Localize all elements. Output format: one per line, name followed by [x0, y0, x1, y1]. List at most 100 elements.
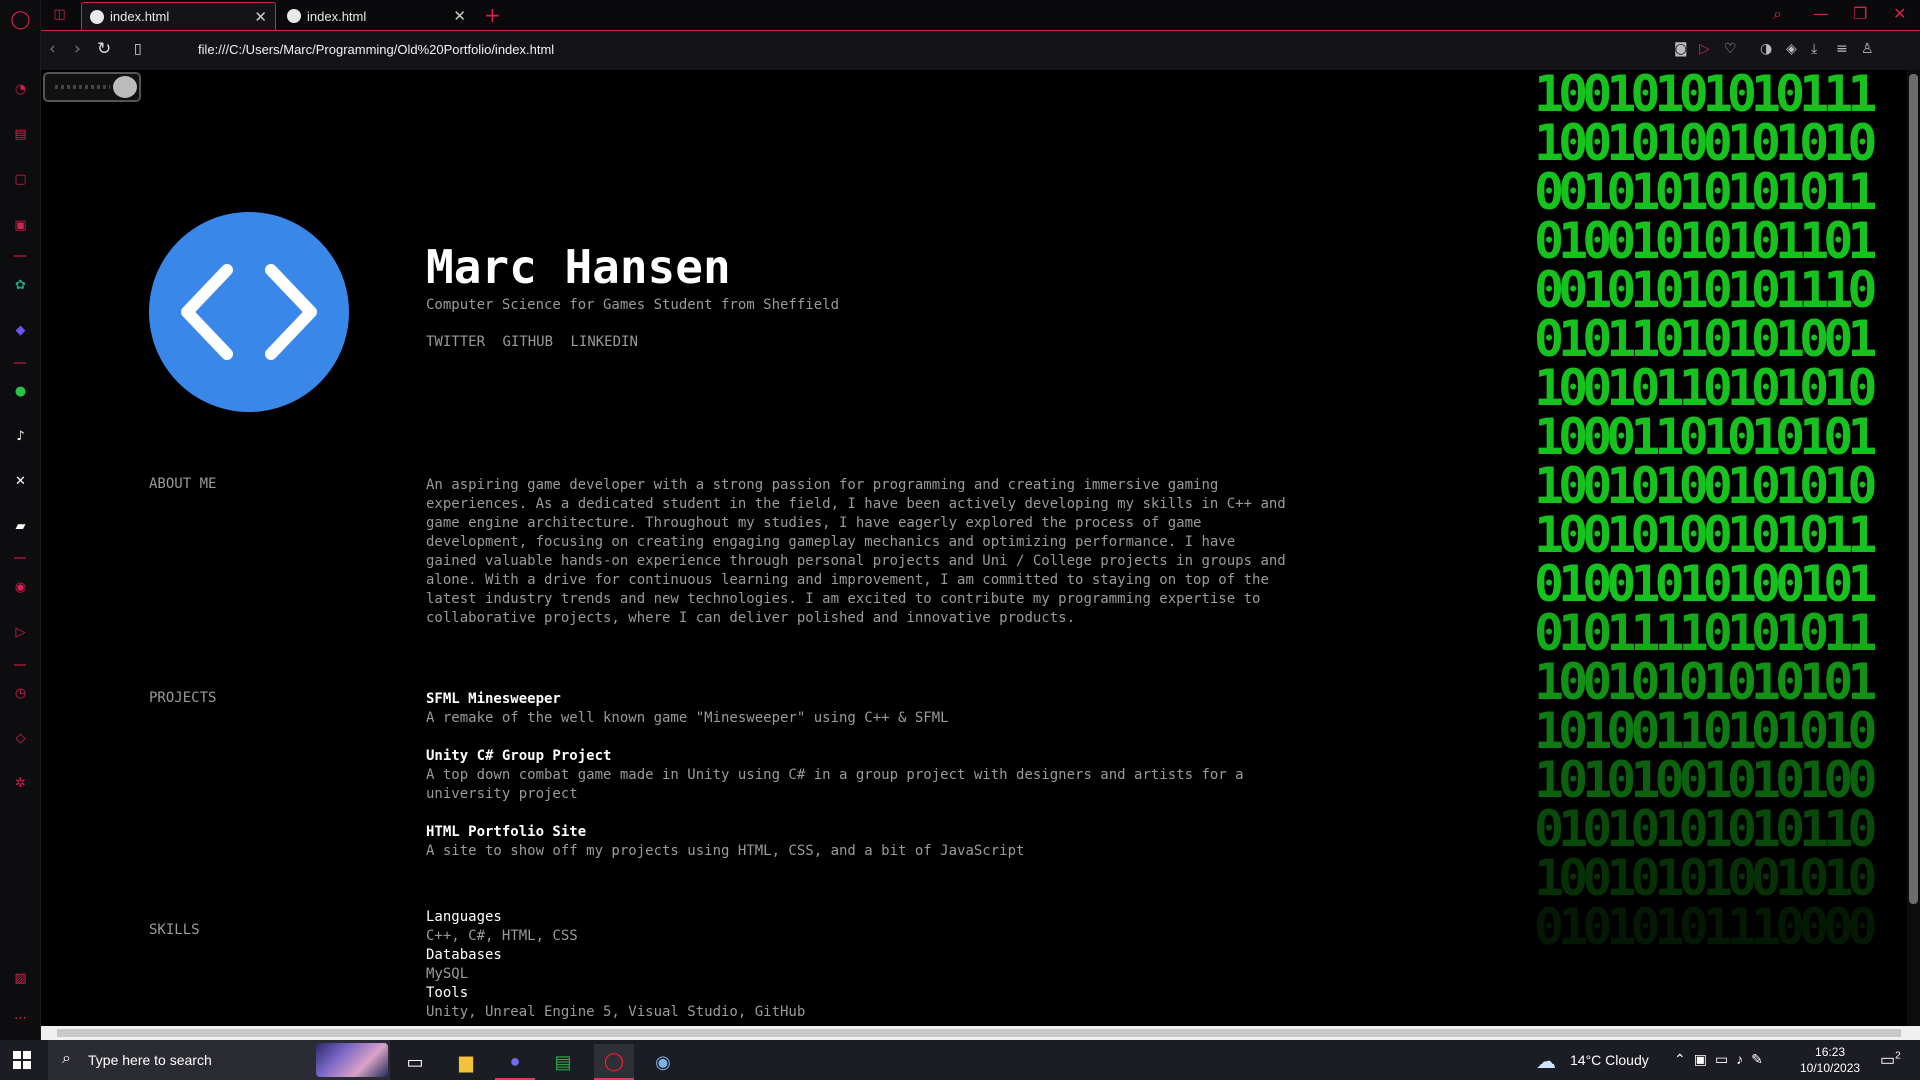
history-icon[interactable]: ◷ — [10, 683, 31, 704]
vertical-scrollbar[interactable] — [1907, 70, 1920, 1026]
about-heading: ABOUT ME — [149, 476, 217, 492]
windows-start-icon[interactable] — [13, 1051, 31, 1069]
project-title[interactable]: HTML Portfolio Site — [426, 823, 1331, 842]
sidebar-divider — [14, 255, 26, 257]
toggle-knob[interactable] — [113, 76, 137, 98]
clock-date: 10/10/2023 — [1800, 1061, 1861, 1075]
flow-icon[interactable]: ▷ — [10, 622, 31, 643]
chatgpt-icon[interactable]: ✿ — [10, 275, 31, 296]
search-tabs-icon[interactable]: ⌕ — [1773, 4, 1782, 24]
forward-button[interactable]: › — [74, 39, 81, 59]
about-line: latest industry trends and new technolog… — [426, 591, 1261, 607]
project-title[interactable]: SFML Minesweeper — [426, 690, 1331, 709]
steam-app-icon[interactable]: ◉ — [643, 1044, 683, 1080]
windows-taskbar: ⌕ Type here to search ▭ ▆ ● ▤ ◯ ◉ ☁ 14°C… — [0, 1040, 1920, 1080]
scroll-thumb[interactable] — [1909, 74, 1918, 904]
opera-gx-app-icon[interactable]: ◯ — [594, 1044, 634, 1080]
discord-icon[interactable]: ▰ — [10, 516, 31, 537]
notepad-app-icon[interactable]: ▤ — [543, 1044, 583, 1080]
horizontal-scrollbar[interactable] — [41, 1026, 1920, 1040]
twitch-icon[interactable]: ▢ — [10, 169, 31, 190]
url-field[interactable]: file:///C:/Users/Marc/Programming/Old%20… — [198, 42, 554, 57]
weather-text[interactable]: 14°C Cloudy — [1570, 1052, 1649, 1068]
about-line: game engine architecture. Throughout my … — [426, 515, 1202, 531]
speed-dial-icon[interactable]: ◔ — [10, 79, 31, 100]
wallpaper-icon[interactable]: ▨ — [10, 968, 31, 989]
close-tab-icon[interactable]: ✕ — [254, 8, 267, 26]
search-highlight-image — [316, 1043, 388, 1077]
bookmark-heart-icon[interactable]: ♡ — [1724, 41, 1737, 57]
sidebar-divider — [14, 362, 26, 364]
skills-heading: SKILLS — [149, 922, 200, 938]
linkedin-link[interactable]: LINKEDIN — [570, 334, 637, 350]
reload-button[interactable]: ↻ — [97, 39, 111, 59]
whatsapp-icon[interactable]: ● — [10, 381, 31, 402]
more-icon[interactable]: ⋯ — [10, 1008, 31, 1029]
project-desc: university project — [426, 786, 578, 802]
settings-gear-icon[interactable]: ✲ — [10, 773, 31, 794]
binary-row: 10010100101010 — [1534, 114, 1877, 172]
project-desc: A remake of the well known game "Mineswe… — [426, 710, 949, 726]
tiktok-icon[interactable]: ♪ — [10, 426, 31, 447]
system-tray-icons[interactable]: ⌃▣▭♪✎ — [1674, 1051, 1771, 1068]
binary-row: 10010110101010 — [1534, 359, 1877, 417]
social-links: TWITTER GITHUB LINKEDIN — [426, 334, 647, 350]
project-item: Unity C# Group Project A top down combat… — [426, 747, 1331, 804]
profile-icon[interactable]: ♙ — [1861, 41, 1874, 57]
file-explorer-icon[interactable]: ▆ — [446, 1044, 486, 1080]
back-button[interactable]: ‹ — [49, 39, 56, 59]
binary-rain-decoration: 10010101010111 10010100101010 001010101010… — [1534, 70, 1907, 952]
vpn-icon[interactable]: ◑ — [1760, 41, 1772, 57]
skill-value: Unity, Unreal Engine 5, Visual Studio, G… — [426, 1004, 806, 1020]
about-line: gained valuable hands-on experience thro… — [426, 553, 1286, 569]
search-placeholder: Type here to search — [88, 1052, 212, 1068]
binary-row: 10010100101011 — [1534, 506, 1877, 564]
close-tab-icon[interactable]: ✕ — [453, 7, 466, 25]
minimize-button[interactable]: — — [1813, 4, 1829, 23]
file-page-icon: ▯ — [134, 41, 142, 57]
opera-logo-icon[interactable]: ◯ — [10, 9, 31, 30]
workspace-icon[interactable]: ▤ — [10, 124, 31, 145]
tab-label: index.html — [307, 8, 367, 24]
extensions-cube-icon[interactable]: ◈ — [1786, 41, 1797, 57]
globe-icon — [287, 9, 301, 23]
scroll-thumb[interactable] — [57, 1029, 1901, 1037]
globe-icon — [90, 9, 104, 24]
github-link[interactable]: GITHUB — [502, 334, 553, 350]
tab-active[interactable]: index.html ✕ — [81, 2, 276, 30]
taskbar-search[interactable]: ⌕ Type here to search — [48, 1040, 390, 1080]
binary-row: 10010101010101 — [1534, 653, 1877, 711]
snapshot-icon[interactable]: ◙ — [1674, 41, 1688, 57]
address-bar: ‹ › ↻ ▯ file:///C:/Users/Marc/Programmin… — [41, 30, 1920, 70]
new-tab-button[interactable]: + — [484, 3, 501, 27]
binary-row: 01001010101101 — [1534, 212, 1877, 270]
twitter-link[interactable]: TWITTER — [426, 334, 485, 350]
easy-setup-icon[interactable]: ≡ — [1836, 41, 1848, 57]
skill-category: Languages — [426, 909, 502, 925]
task-view-icon[interactable]: ▭ — [395, 1044, 435, 1080]
taskbar-clock[interactable]: 16:23 10/10/2023 — [1800, 1044, 1860, 1076]
skill-value: C++, C#, HTML, CSS — [426, 928, 578, 944]
theme-toggle-switch[interactable] — [43, 72, 141, 102]
sidebar-divider — [14, 664, 26, 666]
tab-inactive[interactable]: index.html ✕ — [279, 2, 474, 30]
notification-center-icon[interactable]: ▭2 — [1880, 1050, 1901, 1070]
extensions-icon[interactable]: ◇ — [10, 728, 31, 749]
search-icon: ⌕ — [62, 1050, 71, 1067]
flow-send-icon[interactable]: ▷ — [1699, 41, 1710, 57]
project-title[interactable]: Unity C# Group Project — [426, 747, 1331, 766]
player-icon[interactable]: ◉ — [10, 577, 31, 598]
projects-heading: PROJECTS — [149, 690, 217, 706]
skill-value: MySQL — [426, 966, 469, 982]
restore-button[interactable]: ❐ — [1853, 4, 1867, 23]
about-line: collaborative projects, where I can deli… — [426, 610, 1076, 626]
binary-row: 10100110101010 — [1534, 702, 1877, 760]
binary-row: 10010101010111 — [1534, 70, 1877, 123]
gamepad-icon[interactable]: ◫ — [49, 4, 70, 25]
download-icon[interactable]: ⤓ — [1811, 41, 1817, 57]
close-window-button[interactable]: ✕ — [1893, 4, 1906, 23]
gx-corner-icon[interactable]: ▣ — [10, 215, 31, 236]
chatsonic-icon[interactable]: ◆ — [10, 320, 31, 341]
discord-app-icon[interactable]: ● — [495, 1044, 535, 1080]
x-icon[interactable]: ✕ — [10, 471, 31, 492]
